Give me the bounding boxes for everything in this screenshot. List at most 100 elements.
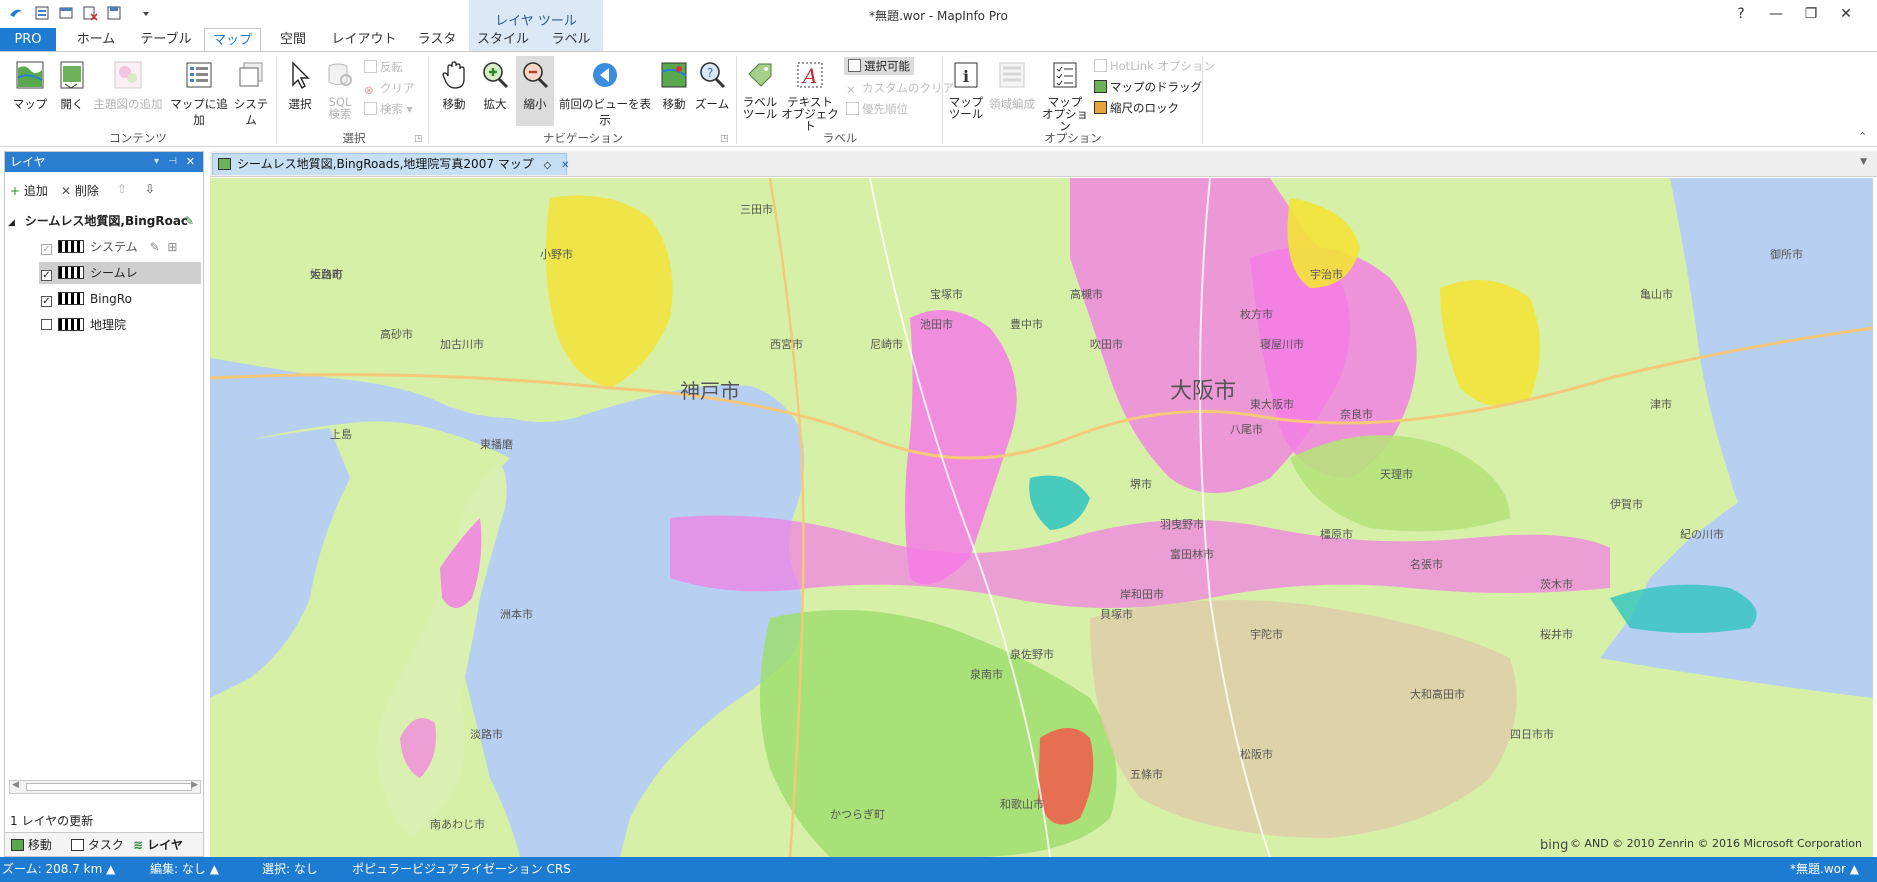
selection-launcher-icon[interactable]: ◳ <box>414 134 423 144</box>
sql-select-button[interactable]: SQL 検索 <box>322 60 358 120</box>
tab-close-icon[interactable]: ✕ <box>561 160 569 171</box>
system-button[interactable]: システム <box>230 60 272 128</box>
add-to-map-button[interactable]: マップに追加 <box>168 60 230 128</box>
pan-button[interactable]: 移動 <box>436 60 472 112</box>
custom-clear-button[interactable]: ✕ カスタムのクリア <box>846 79 954 97</box>
map-drag-button[interactable]: マップのドラッグ <box>1094 78 1202 96</box>
zoom-button[interactable]: ? ズーム <box>694 60 730 112</box>
edit-pencil-icon[interactable]: ✎ <box>149 240 159 254</box>
layer-row[interactable]: 地理院 <box>41 314 126 336</box>
tab-style[interactable]: スタイル <box>474 28 532 52</box>
tab-home[interactable]: ホーム <box>70 28 122 52</box>
ribbon-separator <box>428 56 429 144</box>
label-tool-button[interactable]: ラベル ツール <box>740 60 780 120</box>
tab-layers[interactable]: ≋ レイヤ <box>133 836 183 854</box>
edit-status[interactable]: 編集: なし ▲ <box>150 857 219 882</box>
search-button[interactable]: 検索 ▾ <box>364 100 412 118</box>
sql-database-icon <box>328 63 352 86</box>
restore-button[interactable]: ❐ <box>1796 4 1826 24</box>
map-node[interactable]: ◢ シームレス地質図,BingRoac ✎ <box>8 210 194 232</box>
layer-visibility-checkbox[interactable]: ✓ <box>41 270 52 281</box>
map-attribution: © AND © 2010 Zenrin © 2016 Microsoft Cor… <box>1570 837 1862 850</box>
priority-button[interactable]: 優先順位 <box>846 100 908 118</box>
layer-properties-icon[interactable]: ⊞ <box>167 240 177 254</box>
layer-add-button[interactable]: + 追加 <box>10 182 48 199</box>
scroll-right-icon[interactable]: ▶ <box>191 780 198 790</box>
tab-raster[interactable]: ラスタ <box>412 28 462 52</box>
layer-row[interactable]: ✓ シームレ <box>39 262 201 284</box>
map-window-icon <box>16 61 44 89</box>
map-button[interactable]: マップ <box>10 60 50 112</box>
city-label: 洲本市 <box>500 607 533 621</box>
text-object-button[interactable]: A テキスト オブジェクト <box>780 60 840 132</box>
minimize-button[interactable]: — <box>1761 4 1791 24</box>
area-edit-button[interactable]: 領域編成 <box>986 60 1038 112</box>
invert-button[interactable]: 反転 <box>364 58 403 76</box>
city-label: 松阪市 <box>1240 747 1273 761</box>
hotlink-options-button[interactable]: HotLink オプション <box>1094 57 1215 75</box>
tab-layout[interactable]: レイアウト <box>330 28 398 52</box>
panel-close-icon[interactable]: ✕ <box>186 152 195 172</box>
city-label: 亀山市 <box>1640 287 1673 301</box>
help-button[interactable]: ? <box>1726 4 1756 24</box>
map-move-icon <box>661 62 687 88</box>
map-tool-button[interactable]: i マップ ツール <box>946 60 986 120</box>
tab-spatial[interactable]: 空間 <box>270 28 316 52</box>
close-window-button[interactable]: ✕ <box>1831 4 1861 24</box>
tab-list-dropdown-icon[interactable]: ▼ <box>1860 157 1867 167</box>
move-button[interactable]: 移動 <box>656 60 692 112</box>
selection-status-text: 選択: なし <box>262 862 318 876</box>
tab-pin-icon[interactable]: ◇ <box>544 160 552 171</box>
scale-lock-button[interactable]: 縮尺のロック <box>1094 99 1179 117</box>
tab-table[interactable]: テーブル <box>135 28 197 52</box>
layer-visibility-checkbox[interactable] <box>41 319 52 330</box>
edit-dropdown-icon[interactable]: ▲ <box>210 862 219 876</box>
move-down-icon[interactable]: ⇩ <box>145 182 155 196</box>
open-button[interactable]: 開く <box>52 60 92 112</box>
layer-row[interactable]: ✓ システム ✎ ⊞ <box>41 236 177 258</box>
workspace-dropdown-icon[interactable]: ▲ <box>1850 862 1859 876</box>
map-options-button[interactable]: マップ オプション <box>1040 60 1090 132</box>
geology-map-canvas[interactable]: 姫路市三田市小野市加古川市高砂市神戸市西宮市 尼崎市豊中市吹田市大阪市枚方市寝屋川… <box>210 178 1873 857</box>
move-up-icon[interactable]: ⇧ <box>117 182 127 196</box>
map-layers-icon[interactable]: ✎ <box>184 210 194 232</box>
selectable-button[interactable]: 選択可能 <box>844 57 914 75</box>
zoom-status[interactable]: ズーム: 208.7 km ▲ <box>2 857 115 882</box>
city-label: 小野市 <box>540 247 573 261</box>
search-icon <box>364 102 377 115</box>
map-window[interactable]: 姫路市 三田市 小野市 加古川市 高砂市 神戸市 西宮市 尼崎市 豊中市 吹田市 大阪市 枚方市 寝屋川… <box>210 178 1873 857</box>
select-button[interactable]: 選択 <box>282 60 318 112</box>
previous-view-button[interactable]: 前回のビューを表示 <box>556 60 654 128</box>
tab-pro[interactable]: PRO <box>0 28 56 52</box>
workspace-status[interactable]: *無題.wor ▲ <box>1790 857 1859 882</box>
zoom-out-button[interactable]: 縮小 <box>516 56 554 126</box>
layer-delete-button[interactable]: ✕ 削除 <box>61 182 99 199</box>
zoom-in-button[interactable]: 拡大 <box>477 60 513 112</box>
add-theme-button[interactable]: 主題図の追加 <box>92 60 164 112</box>
ribbon-separator <box>942 56 943 144</box>
layer-panel-scrollbar[interactable]: ◀ ▶ <box>9 780 201 794</box>
document-tab[interactable]: シームレス地質図,BingRoads,地理院写真2007 マップ ◇ ✕ <box>212 153 570 175</box>
tab-move[interactable]: 移動 <box>11 836 52 854</box>
navigation-launcher-icon[interactable]: ◳ <box>720 134 729 144</box>
tab-label[interactable]: ラベル <box>545 28 597 52</box>
panel-pin-icon[interactable]: ⊣ <box>168 152 177 172</box>
city-label: 四日市市 <box>1510 727 1554 741</box>
layer-visibility-checkbox[interactable]: ✓ <box>41 296 52 307</box>
clear-button[interactable]: ⊗ クリア <box>364 79 415 97</box>
panel-dropdown-icon[interactable]: ▾ <box>154 152 159 172</box>
layer-visibility-checkbox[interactable]: ✓ <box>41 244 52 255</box>
tab-map[interactable]: マップ <box>204 28 261 52</box>
collapse-ribbon-icon[interactable]: ⌃ <box>1858 130 1867 143</box>
tab-tasks[interactable]: タスク <box>71 836 124 854</box>
city-label: 五條市 <box>1130 767 1163 781</box>
system-label: システム <box>233 97 269 127</box>
zoom-dropdown-icon[interactable]: ▲ <box>106 862 115 876</box>
city-label: 桜井市 <box>1540 627 1573 641</box>
projection-status[interactable]: ポピュラービジュアライゼーション CRS <box>352 857 571 882</box>
scroll-left-icon[interactable]: ◀ <box>12 780 19 790</box>
selection-status[interactable]: 選択: なし <box>262 857 318 882</box>
workspace-status-text: *無題.wor <box>1790 862 1846 876</box>
layer-row[interactable]: ✓ BingRo <box>41 288 132 310</box>
scroll-thumb[interactable] <box>26 783 192 791</box>
